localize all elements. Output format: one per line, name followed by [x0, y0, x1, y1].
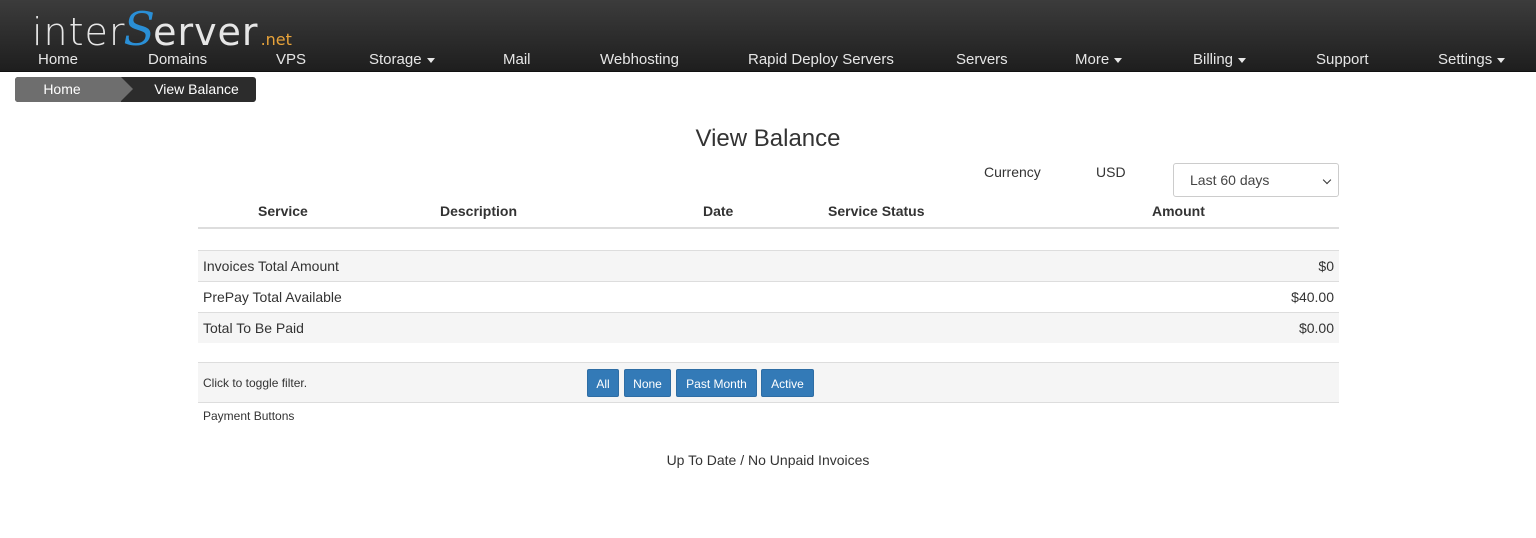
- nav-item-home[interactable]: Home: [38, 48, 78, 72]
- summary-amount: $40.00: [1291, 289, 1334, 305]
- nav-label: Rapid Deploy Servers: [748, 51, 894, 68]
- breadcrumb: Home View Balance: [15, 77, 256, 102]
- nav-label: Mail: [503, 51, 531, 68]
- filter-past-month-button[interactable]: Past Month: [676, 369, 757, 397]
- logo-text-net: .net: [260, 30, 292, 49]
- payment-buttons-label: Payment Buttons: [203, 409, 295, 423]
- nav-label: Billing: [1193, 51, 1234, 68]
- nav-item-settings[interactable]: Settings: [1438, 48, 1506, 72]
- summary-amount: $0.00: [1298, 320, 1334, 336]
- filter-all-button[interactable]: All: [587, 369, 619, 397]
- nav-label: Home: [38, 51, 79, 68]
- caret-down-icon: [1497, 57, 1506, 63]
- nav-item-vps[interactable]: VPS: [276, 48, 306, 72]
- nav-item-billing[interactable]: Billing: [1193, 48, 1247, 72]
- filter-none-button[interactable]: None: [624, 369, 671, 397]
- filter-row: Click to toggle filter. All None Past Mo…: [198, 362, 1339, 403]
- summary-amount: $0: [1318, 258, 1334, 274]
- nav-item-rapid-deploy-servers[interactable]: Rapid Deploy Servers: [748, 48, 894, 72]
- summary-row-prepay-available: PrePay Total Available $40.00: [198, 281, 1339, 312]
- date-range-select[interactable]: Last 60 days: [1173, 163, 1339, 197]
- summary-row-invoices-total: Invoices Total Amount $0: [198, 250, 1339, 281]
- nav-item-webhosting[interactable]: Webhosting: [600, 48, 679, 72]
- column-header-service-status: Service Status: [828, 203, 925, 219]
- filter-active-button[interactable]: Active: [761, 369, 814, 397]
- caret-down-icon: [1114, 57, 1123, 63]
- currency-label: Currency: [984, 164, 1041, 180]
- breadcrumb-current: View Balance: [154, 81, 239, 97]
- summary-row-total-to-be-paid: Total To Be Paid $0.00: [198, 312, 1339, 343]
- interserver-logo[interactable]: inter S erver .net: [32, 2, 292, 56]
- nav-label: Settings: [1438, 51, 1493, 68]
- currency-value: USD: [1096, 164, 1126, 180]
- column-header-amount: Amount: [1152, 203, 1205, 219]
- nav-label: Storage: [369, 51, 422, 68]
- chevron-down-icon: [1322, 175, 1332, 185]
- nav-item-more[interactable]: More: [1075, 48, 1123, 72]
- date-range-selected: Last 60 days: [1190, 172, 1270, 188]
- caret-down-icon: [426, 57, 435, 63]
- nav-item-support[interactable]: Support: [1316, 48, 1369, 72]
- page-title: View Balance: [695, 125, 841, 152]
- caret-down-icon: [1238, 57, 1247, 63]
- nav-label: Webhosting: [600, 51, 679, 68]
- nav-label: Support: [1316, 51, 1369, 68]
- filter-label: Click to toggle filter.: [203, 376, 308, 390]
- summary-label: Invoices Total Amount: [203, 258, 339, 274]
- payment-status-message: Up To Date / No Unpaid Invoices: [666, 452, 870, 468]
- nav-label: Servers: [956, 51, 1008, 68]
- nav-label: VPS: [276, 51, 307, 68]
- summary-label: Total To Be Paid: [203, 320, 304, 336]
- column-header-service: Service: [258, 203, 308, 219]
- summary-label: PrePay Total Available: [203, 289, 342, 305]
- nav-item-servers[interactable]: Servers: [956, 48, 1008, 72]
- top-navbar: inter S erver .net Home Domains VPS Stor…: [0, 0, 1536, 72]
- table-header-divider: [198, 227, 1339, 229]
- nav-label: More: [1075, 51, 1110, 68]
- nav-item-storage[interactable]: Storage: [369, 48, 435, 72]
- breadcrumb-home[interactable]: Home: [15, 77, 133, 102]
- column-header-description: Description: [440, 203, 518, 219]
- nav-label: Domains: [148, 51, 208, 68]
- nav-item-domains[interactable]: Domains: [148, 48, 207, 72]
- column-header-date: Date: [703, 203, 734, 219]
- main-nav: Home Domains VPS Storage Mail Webhosting…: [0, 48, 1536, 72]
- nav-item-mail[interactable]: Mail: [503, 48, 531, 72]
